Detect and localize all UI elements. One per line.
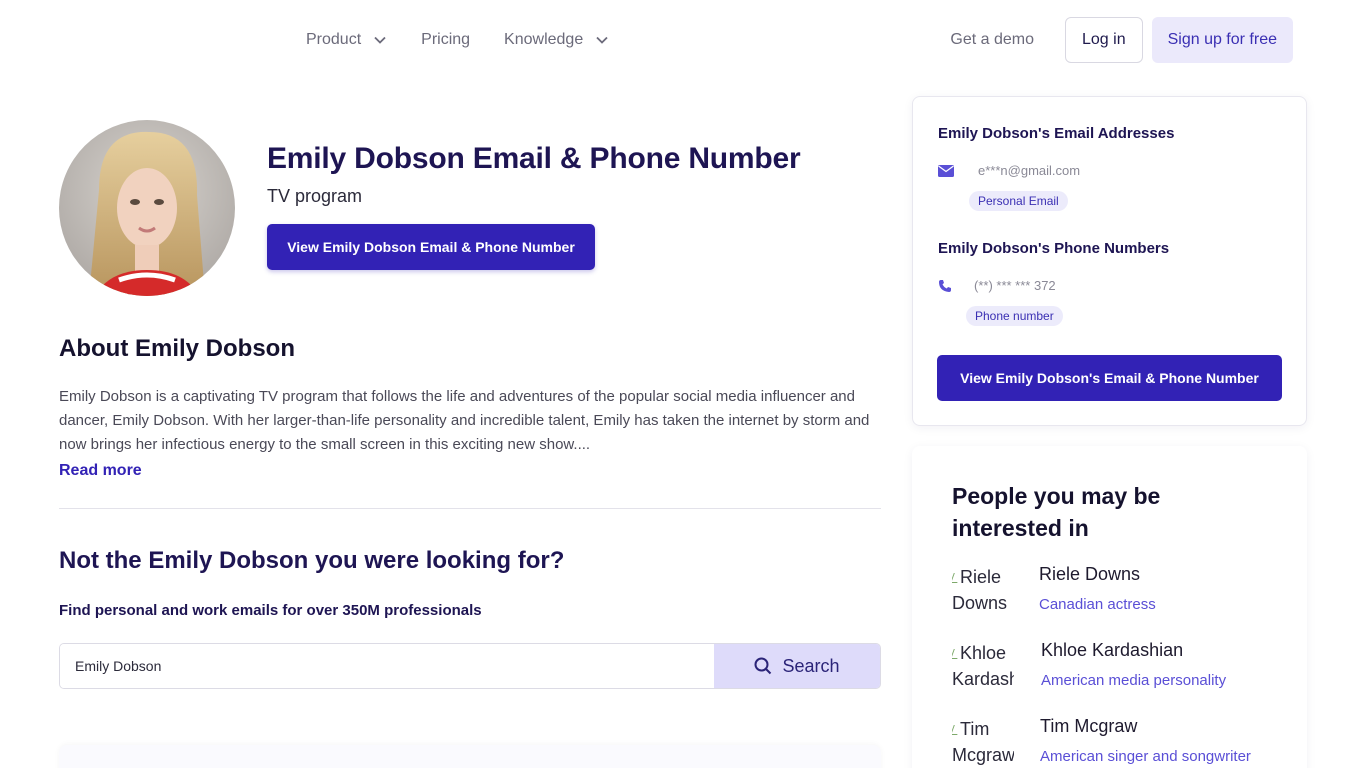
chevron-down-icon	[596, 36, 608, 44]
person-image: Khloe Kardashian	[952, 640, 1014, 696]
not-the-one-heading: Not the Emily Dobson you were looking fo…	[59, 547, 565, 574]
page-title: Emily Dobson Email & Phone Number	[267, 142, 801, 175]
email-row: e***n@gmail.com	[938, 163, 1080, 178]
get-demo-link[interactable]: Get a demo	[950, 31, 1034, 49]
view-contact-card-button[interactable]: View Emily Dobson's Email & Phone Number	[937, 355, 1282, 401]
email-heading: Emily Dobson's Email Addresses	[938, 125, 1175, 142]
phone-type-tag: Phone number	[966, 306, 1063, 326]
signup-button[interactable]: Sign up for free	[1151, 17, 1293, 63]
person-name[interactable]: Riele Downs	[1039, 564, 1140, 585]
person-image: Tim Mcgraw	[952, 716, 1014, 768]
nav-product-label: Product	[306, 31, 362, 48]
chevron-down-icon	[374, 36, 386, 44]
nav-knowledge-label: Knowledge	[504, 31, 584, 48]
nav-actions: Get a demo Log in Sign up for free	[950, 17, 1293, 63]
search-button[interactable]: Search	[714, 644, 880, 688]
people-heading: People you may be interested in	[952, 483, 1161, 541]
search-button-label: Search	[782, 655, 840, 676]
person-image-alt: Khloe Kardashian	[952, 643, 1014, 689]
about-text: Emily Dobson is a captivating TV program…	[59, 388, 870, 453]
next-section-card	[59, 745, 881, 768]
main-nav: Product Pricing Knowledge	[306, 0, 609, 80]
avatar-image	[59, 120, 235, 296]
section-divider	[59, 508, 881, 509]
search-icon	[754, 657, 772, 675]
profile-avatar	[59, 120, 235, 296]
phone-icon	[939, 279, 951, 292]
email-type-tag: Personal Email	[969, 191, 1068, 211]
person-description: American media personality	[1041, 672, 1227, 689]
contact-card: Emily Dobson's Email Addresses e***n@gma…	[912, 96, 1307, 426]
login-button[interactable]: Log in	[1065, 17, 1143, 63]
list-item[interactable]: Riele Downs Riele Downs Canadian actress	[952, 564, 1292, 624]
not-the-one-subtitle: Find personal and work emails for over 3…	[59, 602, 482, 619]
phone-heading: Emily Dobson's Phone Numbers	[938, 240, 1170, 257]
email-value: e***n@gmail.com	[978, 163, 1081, 178]
list-item[interactable]: Tim Mcgraw Tim Mcgraw American singer an…	[952, 716, 1292, 768]
person-description: Canadian actress	[1039, 596, 1156, 613]
envelope-icon	[938, 164, 954, 177]
nav-knowledge[interactable]: Knowledge	[504, 31, 609, 49]
phone-row: (**) *** *** 372	[938, 278, 1056, 293]
person-description: American singer and songwriter	[1040, 748, 1251, 765]
search-bar: Search	[59, 643, 881, 689]
nav-product[interactable]: Product	[306, 31, 387, 49]
nav-pricing-label: Pricing	[421, 31, 471, 48]
view-contact-button[interactable]: View Emily Dobson Email & Phone Number	[267, 224, 595, 270]
profile-subtitle: TV program	[267, 186, 363, 206]
people-card: People you may be interested in Riele Do…	[912, 446, 1307, 768]
read-more-link[interactable]: Read more	[59, 462, 142, 480]
list-item[interactable]: Khloe Kardashian Khloe Kardashian Americ…	[952, 640, 1292, 700]
nav-pricing[interactable]: Pricing	[421, 31, 470, 49]
person-name[interactable]: Tim Mcgraw	[1040, 716, 1137, 737]
person-name[interactable]: Khloe Kardashian	[1041, 640, 1183, 661]
phone-value: (**) *** *** 372	[974, 278, 1056, 293]
search-input[interactable]	[60, 644, 714, 688]
person-image: Riele Downs	[952, 564, 1014, 620]
person-image-alt: Tim Mcgraw	[952, 719, 1014, 765]
about-heading: About Emily Dobson	[59, 335, 295, 362]
